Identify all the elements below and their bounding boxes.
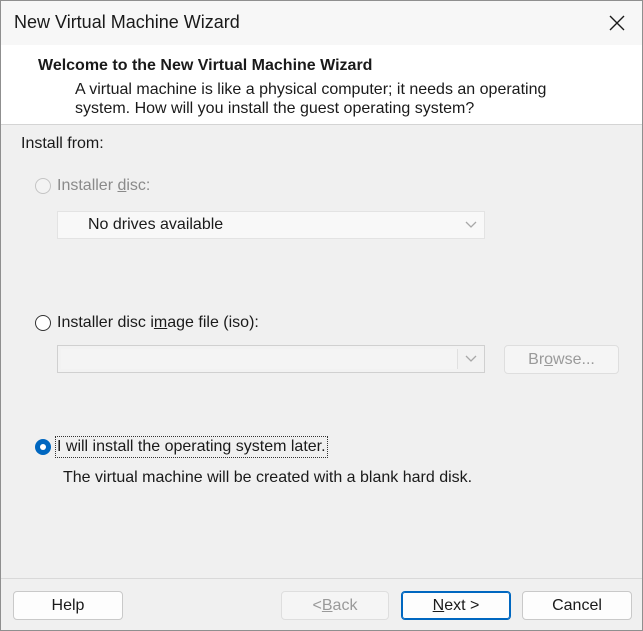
wizard-description: A virtual machine is like a physical com…: [75, 81, 547, 117]
next-label-part: ext >: [444, 596, 480, 614]
close-button[interactable]: [598, 5, 636, 41]
installer-disc-dropdown[interactable]: No drives available: [57, 211, 485, 239]
browse-label-part: wse...: [553, 350, 595, 368]
next-button[interactable]: Next >: [401, 591, 511, 620]
wizard-header: Welcome to the New Virtual Machine Wizar…: [1, 45, 642, 125]
back-label-part: <: [312, 596, 322, 614]
installer-disc-label: Installer disc:: [57, 177, 150, 195]
installer-disc-label-part: Installer: [57, 177, 118, 194]
chevron-down-icon[interactable]: [458, 355, 484, 363]
iso-file-label: Installer disc image file (iso):: [57, 314, 259, 332]
wizard-window: New Virtual Machine Wizard Welcome to th…: [0, 0, 643, 631]
back-button[interactable]: < Back: [281, 591, 389, 620]
wizard-heading: Welcome to the New Virtual Machine Wizar…: [38, 57, 373, 74]
install-later-radio[interactable]: [35, 439, 51, 455]
install-later-radio-option[interactable]: I will install the operating system late…: [35, 436, 328, 458]
installer-disc-radio-option[interactable]: Installer disc:: [35, 177, 150, 195]
browse-access-key: o: [544, 350, 554, 368]
back-label-part: ack: [332, 596, 358, 614]
footer-divider: [1, 578, 642, 579]
chevron-down-icon: [458, 221, 484, 229]
back-access-key: B: [321, 596, 333, 614]
installer-disc-radio[interactable]: [35, 178, 51, 194]
help-button-label: Help: [51, 596, 85, 614]
iso-path-combobox[interactable]: [57, 345, 485, 373]
iso-file-radio[interactable]: [35, 315, 51, 331]
browse-label-part: Br: [528, 350, 545, 368]
window-title: New Virtual Machine Wizard: [14, 12, 240, 32]
installer-disc-label-part: isc:: [126, 177, 151, 194]
title-bar[interactable]: New Virtual Machine Wizard: [1, 1, 642, 45]
cancel-button[interactable]: Cancel: [522, 591, 632, 620]
iso-file-label-part: age file (iso):: [167, 314, 259, 331]
next-access-key: N: [432, 596, 445, 614]
iso-file-label-part: Installer disc i: [57, 314, 154, 331]
help-button[interactable]: Help: [13, 591, 123, 620]
cancel-button-label: Cancel: [552, 596, 602, 614]
iso-path-input[interactable]: [61, 349, 458, 369]
iso-file-access-key: m: [153, 314, 168, 331]
install-later-label: I will install the operating system late…: [55, 436, 328, 458]
close-icon: [609, 15, 625, 31]
install-later-description: The virtual machine will be created with…: [63, 469, 473, 486]
install-from-label: Install from:: [21, 135, 104, 152]
installer-disc-dropdown-value: No drives available: [88, 216, 224, 233]
browse-button[interactable]: Br o wse...: [504, 345, 619, 374]
iso-file-radio-option[interactable]: Installer disc image file (iso):: [35, 314, 259, 332]
